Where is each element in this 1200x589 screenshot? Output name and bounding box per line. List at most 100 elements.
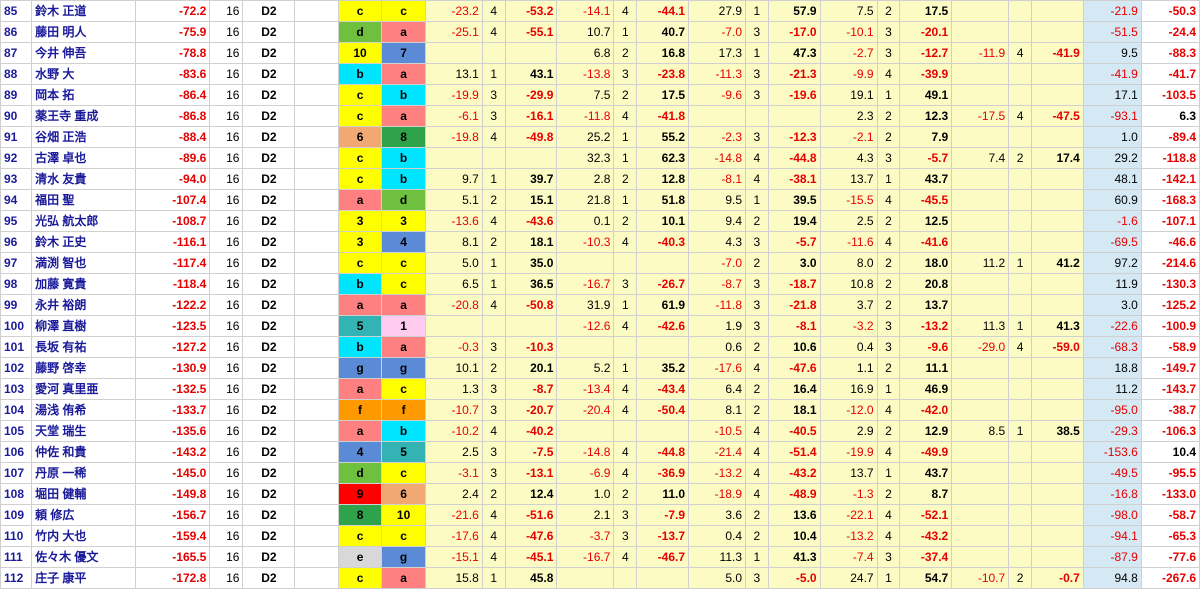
session-points-cell: -42.0 <box>899 399 953 421</box>
spacer-cell <box>294 21 339 43</box>
session-place-cell: 4 <box>481 525 506 547</box>
games-played-cell: 16 <box>209 84 244 106</box>
session-points-cell: 20.1 <box>504 357 558 379</box>
session-place-cell: 3 <box>745 567 769 589</box>
session-points-cell: -17.0 <box>767 21 821 43</box>
session-points-cell: 17.5 <box>899 0 953 22</box>
session-place-cell <box>1008 231 1032 253</box>
group-badge-secondary: a <box>381 567 426 589</box>
table-row: 98 加藤 寛貴 -118.4 16 D2 b c 6.5 1 36.5 -16.7 3 -26.7 -8… <box>0 273 1200 295</box>
session-place-cell: 3 <box>745 21 769 43</box>
table-row: 109 頼 修広 -156.7 16 D2 8 10 -21.6 4 -51.6 2.1 3 -7.9 3… <box>0 504 1200 526</box>
session-score-cell: 11.2 <box>951 252 1010 274</box>
division-cell: D2 <box>242 105 296 127</box>
session-score-cell: -17.6 <box>424 525 483 547</box>
session-score-cell: -12.6 <box>556 315 615 337</box>
games-played-cell: 16 <box>209 567 244 589</box>
session-score-cell: -10.3 <box>556 231 615 253</box>
session-place-cell: 3 <box>613 63 638 85</box>
session-score-cell: -15.5 <box>819 189 878 211</box>
group-badge-secondary: c <box>381 273 426 295</box>
session-place-cell <box>1008 378 1032 400</box>
total-points-cell: -165.5 <box>134 546 211 568</box>
table-row: 110 竹内 大也 -159.4 16 D2 c c -17.6 4 -47.6 -3.7 3 -13.… <box>0 525 1200 547</box>
total-points-cell: -72.2 <box>134 0 211 22</box>
session-score-cell: -11.3 <box>688 63 746 85</box>
session-place-cell: 4 <box>613 0 638 22</box>
group-badge-secondary: c <box>381 252 426 274</box>
session-points-cell <box>1030 273 1084 295</box>
session-place-cell: 1 <box>613 357 638 379</box>
summary-b-cell: -46.6 <box>1140 231 1200 253</box>
summary-a-cell: 1.0 <box>1082 126 1142 148</box>
session-place-cell: 2 <box>613 84 638 106</box>
table-row: 112 庄子 康平 -172.8 16 D2 c a 15.8 1 45.8 5.0 3 -5.0 24.… <box>0 567 1200 589</box>
session-points-cell: 16.8 <box>636 42 690 64</box>
summary-a-cell: -51.5 <box>1082 21 1142 43</box>
session-place-cell: 4 <box>876 504 901 526</box>
session-points-cell: 20.8 <box>899 273 953 295</box>
games-played-cell: 16 <box>209 147 244 169</box>
session-points-cell: 10.1 <box>636 210 690 232</box>
session-score-cell <box>951 546 1010 568</box>
session-score-cell: 8.1 <box>688 399 746 421</box>
session-points-cell: 19.4 <box>767 210 821 232</box>
session-score-cell: -1.3 <box>819 483 878 505</box>
session-score-cell <box>424 147 483 169</box>
session-points-cell: -51.6 <box>504 504 558 526</box>
summary-b-cell: -103.5 <box>1140 84 1200 106</box>
summary-b-cell: -65.3 <box>1140 525 1200 547</box>
games-played-cell: 16 <box>209 252 244 274</box>
games-played-cell: 16 <box>209 483 244 505</box>
table-row: 108 堀田 健輔 -149.8 16 D2 9 6 2.4 2 12.4 1.0 2 11.0 -18.… <box>0 483 1200 505</box>
session-points-cell: -39.9 <box>899 63 953 85</box>
total-points-cell: -130.9 <box>134 357 211 379</box>
session-score-cell: 6.8 <box>556 42 615 64</box>
session-score-cell: 5.0 <box>424 252 483 274</box>
session-score-cell: -2.7 <box>819 42 878 64</box>
session-points-cell <box>1030 504 1084 526</box>
games-played-cell: 16 <box>209 315 244 337</box>
group-badge-secondary: 5 <box>381 441 426 463</box>
session-points-cell: 15.1 <box>504 189 558 211</box>
session-score-cell <box>556 252 615 274</box>
rank-cell: 108 <box>0 483 33 505</box>
session-place-cell: 2 <box>613 42 638 64</box>
session-place-cell: 1 <box>745 0 769 22</box>
summary-b-cell: -89.4 <box>1140 126 1200 148</box>
session-points-cell: 45.8 <box>504 567 558 589</box>
session-place-cell: 2 <box>1008 147 1032 169</box>
session-points-cell <box>1030 357 1084 379</box>
division-cell: D2 <box>242 483 296 505</box>
session-score-cell: 0.1 <box>556 210 615 232</box>
spacer-cell <box>294 525 339 547</box>
session-points-cell: -13.7 <box>636 525 690 547</box>
session-place-cell: 2 <box>481 483 506 505</box>
session-score-cell: -22.1 <box>819 504 878 526</box>
session-place-cell: 3 <box>876 315 901 337</box>
rank-cell: 91 <box>0 126 33 148</box>
session-points-cell: 43.7 <box>899 168 953 190</box>
group-badge-primary: b <box>337 273 383 295</box>
player-name-cell: 堀田 健輔 <box>31 483 136 505</box>
player-name-cell: 谷畑 正浩 <box>31 126 136 148</box>
total-points-cell: -143.2 <box>134 441 211 463</box>
total-points-cell: -75.9 <box>134 21 211 43</box>
player-name-cell: 竹内 大也 <box>31 525 136 547</box>
player-name-cell: 永井 裕朗 <box>31 294 136 316</box>
total-points-cell: -107.4 <box>134 189 211 211</box>
session-score-cell: -14.1 <box>556 0 615 22</box>
division-cell: D2 <box>242 504 296 526</box>
session-place-cell: 1 <box>613 147 638 169</box>
table-row: 90 薬王寺 重成 -86.8 16 D2 c a -6.1 3 -16.1 -11.8 4 -41.8… <box>0 105 1200 127</box>
session-points-cell: -29.9 <box>504 84 558 106</box>
group-badge-primary: d <box>337 462 383 484</box>
group-badge-secondary: f <box>381 399 426 421</box>
session-score-cell: 3.7 <box>819 294 878 316</box>
session-points-cell: -47.5 <box>1030 105 1084 127</box>
rank-cell: 110 <box>0 525 33 547</box>
session-points-cell: 10.4 <box>767 525 821 547</box>
session-points-cell: 39.7 <box>504 168 558 190</box>
session-place-cell <box>1008 168 1032 190</box>
total-points-cell: -86.8 <box>134 105 211 127</box>
